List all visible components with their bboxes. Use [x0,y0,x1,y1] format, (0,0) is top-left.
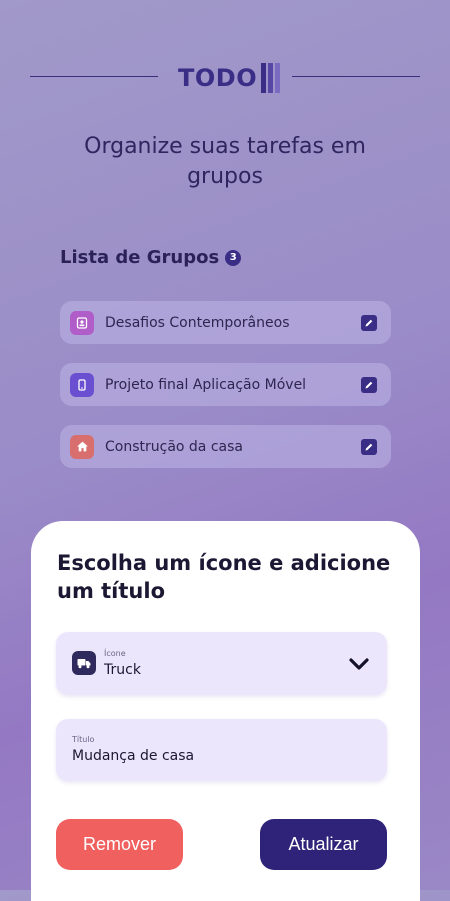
title-field-value[interactable]: Mudança de casa [72,748,194,764]
phone-icon [70,372,94,397]
truck-icon [72,651,96,675]
logo-bars-icon [261,63,281,93]
group-item-label: Desafios Contemporâneos [105,314,290,331]
group-count-badge: 3 [225,249,242,266]
group-item[interactable]: Projeto final Aplicação Móvel [60,363,391,406]
header-divider-left [30,76,158,77]
group-item[interactable]: Construção da casa [60,425,391,468]
contact-card-icon [70,310,94,335]
logo-text: TODO [178,64,258,92]
sheet-title: Escolha um ícone e adicione um título [57,551,391,603]
group-item[interactable]: Desafios Contemporâneos [60,301,391,344]
page-subtitle: Organize suas tarefas em grupos [84,134,366,189]
icon-field-label: Ícone [104,649,126,658]
icon-select[interactable]: Ícone Truck [56,632,387,695]
remove-button[interactable]: Remover [56,819,183,870]
app-logo: TODO [178,62,281,94]
group-list-title: Lista de Grupos [60,247,220,268]
group-item-label: Projeto final Aplicação Móvel [105,376,307,393]
edit-icon[interactable] [361,376,377,393]
title-field[interactable]: Título Mudança de casa [56,719,387,781]
chevron-down-icon[interactable] [349,656,369,675]
home-icon [70,434,94,459]
header-divider-right [292,76,420,77]
edit-icon[interactable] [361,438,377,455]
group-list-heading: Lista de Grupos 3 [60,247,242,268]
update-button[interactable]: Atualizar [260,819,387,870]
title-field-label: Título [72,735,95,744]
edit-icon[interactable] [361,314,377,331]
edit-group-sheet: Escolha um ícone e adicione um título Íc… [31,521,420,901]
icon-field-value: Truck [104,662,141,678]
group-item-label: Construção da casa [105,438,243,455]
